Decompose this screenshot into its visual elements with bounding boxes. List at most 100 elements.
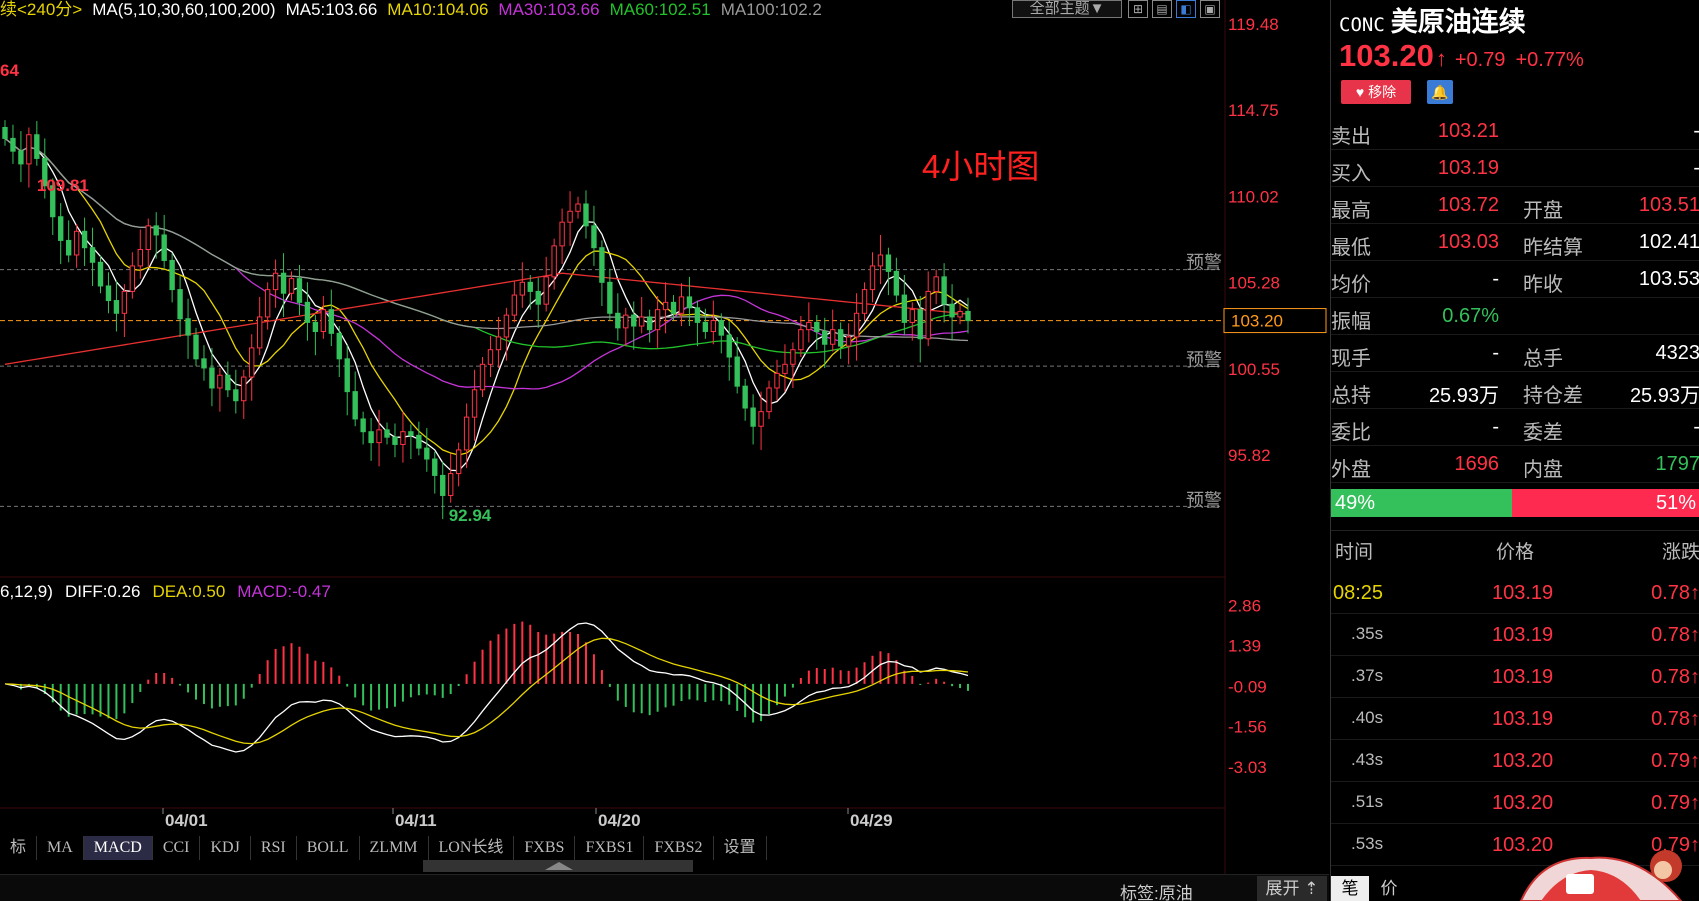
tag-label: 标签:原油 bbox=[1120, 884, 1193, 901]
candle-body bbox=[742, 385, 748, 409]
tab-8[interactable]: LON长线 bbox=[429, 836, 515, 860]
candle-body bbox=[447, 473, 454, 496]
candle-body bbox=[18, 150, 24, 165]
instrument-code: CONC bbox=[1339, 14, 1385, 36]
pen-mode-button[interactable]: 笔 bbox=[1331, 876, 1369, 901]
theme-dropdown[interactable]: 全部主题▼ bbox=[1012, 0, 1122, 18]
tab-2[interactable]: MACD bbox=[83, 836, 153, 860]
tick-row: .37s 103.19 0.78↑ bbox=[1331, 656, 1699, 698]
tick-change-value: 0.79 bbox=[1651, 750, 1690, 772]
alert-bell-button[interactable]: 🔔 bbox=[1427, 80, 1453, 104]
candle-body bbox=[543, 276, 549, 305]
candle-body bbox=[774, 372, 780, 389]
candle-body bbox=[26, 134, 32, 165]
candle-body bbox=[304, 301, 311, 323]
quote-label: 委比 bbox=[1331, 422, 1371, 444]
candle-body bbox=[10, 137, 16, 152]
candle-body bbox=[129, 265, 136, 292]
candle-body bbox=[861, 289, 868, 314]
candles bbox=[2, 120, 971, 520]
period-label[interactable]: 续<240分> bbox=[0, 0, 82, 20]
macd-tick-label: -0.09 bbox=[1228, 677, 1267, 696]
candle-body bbox=[893, 270, 900, 296]
candle-body bbox=[957, 310, 963, 318]
tab-1[interactable]: MA bbox=[37, 836, 84, 860]
price-mode-button[interactable]: 价 bbox=[1371, 876, 1407, 901]
tab-6[interactable]: BOLL bbox=[297, 836, 360, 860]
window-icon[interactable]: ▣ bbox=[1200, 0, 1220, 18]
instrument-name: 美原油连续 bbox=[1390, 7, 1526, 37]
candle-body bbox=[408, 431, 414, 436]
quote-row: 均价 - 昨收 103.53 bbox=[1331, 261, 1699, 298]
change-header: 涨跌 bbox=[1661, 542, 1699, 563]
candle-body bbox=[909, 309, 915, 323]
date-label: 04/11 bbox=[395, 811, 437, 830]
tick-change-value: 0.79 bbox=[1651, 792, 1690, 814]
price-tick-label: 105.28 bbox=[1228, 274, 1280, 293]
expand-button[interactable]: 展开 ⇡ bbox=[1257, 876, 1327, 901]
ma200-line bbox=[4, 272, 969, 365]
candle-body bbox=[65, 239, 72, 256]
quote-value: - bbox=[1693, 416, 1699, 439]
tab-7[interactable]: ZLMM bbox=[360, 836, 429, 860]
candle-body bbox=[559, 221, 565, 247]
macd-legend: 6,12,9) DIFF:0.26 DEA:0.50 MACD:-0.47 bbox=[0, 582, 331, 602]
tick-change: 0.78↑ bbox=[1651, 666, 1699, 689]
candle-body bbox=[814, 321, 820, 333]
macd-value: MACD:-0.47 bbox=[237, 582, 331, 601]
candle-body bbox=[678, 296, 685, 314]
candle-body bbox=[360, 418, 366, 433]
candle-body bbox=[225, 374, 231, 391]
low-marker: 92.94 bbox=[449, 506, 492, 525]
quote-label: 总手 bbox=[1523, 348, 1563, 370]
candle-body bbox=[105, 285, 112, 302]
tab-5[interactable]: RSI bbox=[251, 836, 297, 860]
tab-3[interactable]: CCI bbox=[153, 836, 201, 860]
candle-body bbox=[288, 278, 295, 294]
quote-row: 最低 103.03 昨结算 102.41 bbox=[1331, 224, 1699, 261]
price-change-pct: +0.77% bbox=[1515, 49, 1584, 71]
mascot-avatar[interactable] bbox=[1481, 846, 1699, 901]
ma100-value: MA100:102.2 bbox=[720, 0, 822, 19]
tick-time: .40s bbox=[1351, 708, 1384, 727]
tick-time: .35s bbox=[1351, 624, 1384, 643]
candle-body bbox=[249, 347, 255, 378]
candle-body bbox=[575, 203, 581, 212]
ma-set-label[interactable]: MA(5,10,30,60,100,200) bbox=[92, 0, 275, 20]
candle-body bbox=[121, 290, 128, 314]
buy-ratio: 49% bbox=[1331, 489, 1512, 517]
layout-icon[interactable]: ▤ bbox=[1152, 0, 1172, 18]
candle-body bbox=[758, 411, 764, 427]
price-row: 103.20↑ +0.79 +0.77% bbox=[1339, 38, 1594, 74]
last-price: 103.20 bbox=[1339, 38, 1434, 73]
tick-change-value: 0.78 bbox=[1651, 666, 1690, 688]
candle-body bbox=[631, 314, 637, 327]
tab-11[interactable]: FXBS2 bbox=[644, 836, 714, 860]
up-arrow-icon: ↑ bbox=[1690, 582, 1699, 604]
quote-value: 103.21 bbox=[1437, 120, 1499, 142]
tab-12[interactable]: 设置 bbox=[714, 836, 767, 860]
split-view-icon[interactable]: ◧ bbox=[1176, 0, 1196, 18]
remove-favorite-button[interactable]: ♥ 移除 bbox=[1341, 80, 1411, 104]
tab-0[interactable]: 标 bbox=[0, 836, 38, 860]
grid-icon[interactable]: ⊞ bbox=[1128, 0, 1148, 18]
kline-chart[interactable]: 103.20 119.48 114.75 110.02 105.28 100.55 95.8… bbox=[0, 0, 1330, 901]
tick-row: .51s 103.20 0.79↑ bbox=[1331, 782, 1699, 824]
candle-body bbox=[424, 447, 430, 460]
candle-body bbox=[901, 294, 908, 323]
quote-row: 现手 - 总手 4323 bbox=[1331, 335, 1699, 372]
candle-body bbox=[177, 289, 183, 320]
tab-4[interactable]: KDJ bbox=[200, 836, 251, 860]
tab-9[interactable]: FXBS bbox=[514, 836, 576, 860]
chart-annotation: 4小时图 bbox=[922, 148, 1040, 185]
tab-10[interactable]: FXBS1 bbox=[575, 836, 645, 860]
tick-row: .35s 103.19 0.78↑ bbox=[1331, 614, 1699, 656]
candle-body bbox=[806, 321, 812, 331]
candle-body bbox=[233, 389, 239, 402]
up-arrow-icon: ↑ bbox=[1690, 708, 1699, 730]
scroll-up-icon[interactable] bbox=[545, 862, 573, 870]
ticks-header: 时间 价格 涨跌 bbox=[1331, 530, 1699, 566]
candle-body bbox=[798, 329, 804, 351]
quote-label: 现手 bbox=[1331, 348, 1371, 370]
tick-row: 08:25 103.19 0.78↑ bbox=[1331, 572, 1699, 614]
